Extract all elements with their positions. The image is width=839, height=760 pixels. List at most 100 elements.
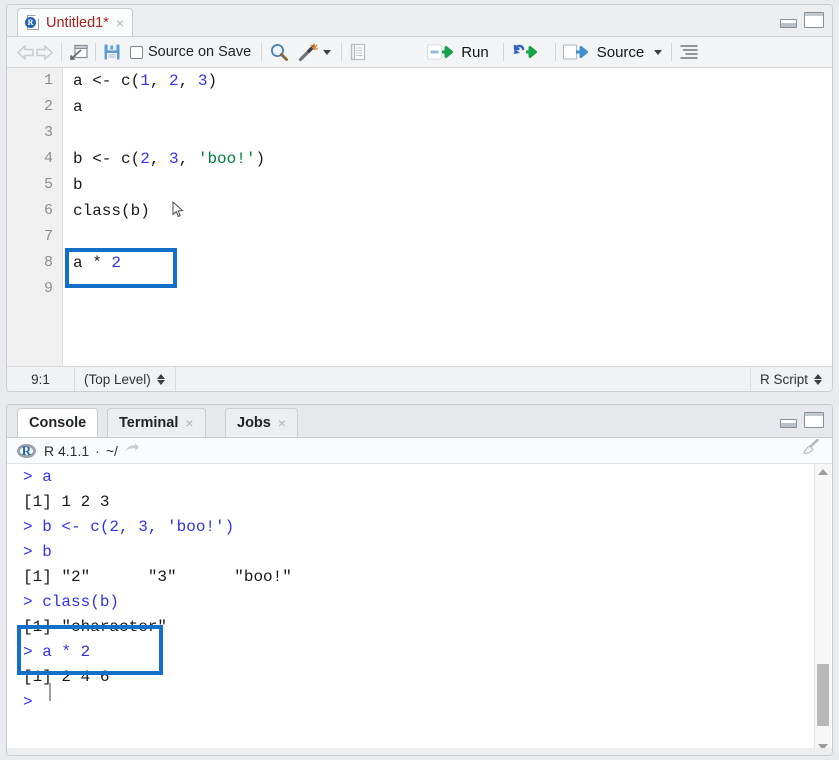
working-directory-label[interactable]: ~/ <box>106 443 118 459</box>
code-token: a <box>73 98 83 116</box>
console-info-bar: R R 4.1.1 · ~/ <box>7 438 832 464</box>
code-token: 2 <box>111 254 122 272</box>
tab-terminal-label: Terminal <box>119 415 179 431</box>
line-number: 4 <box>43 150 53 167</box>
console-tab-bar: Console Terminal × Jobs × <box>7 405 832 438</box>
console-text-cursor <box>49 683 51 701</box>
code-editor[interactable]: 1 2 3 4 5 6 7 8 9 a <- c(1, 2, 3) a b <- c… <box>7 68 832 367</box>
code-line-2: a <box>73 98 83 116</box>
source-tab-title: Untitled1* <box>46 14 109 31</box>
code-line-4: b <- c(2, 3, 'boo!') <box>73 150 265 168</box>
checkbox-box <box>130 45 143 59</box>
toolbar-divider <box>341 43 343 61</box>
console-output[interactable]: > a [1] 1 2 3 > b <- c(2, 3, 'boo!') > b [1]… <box>7 464 832 755</box>
scrollbar-thumb[interactable] <box>817 664 829 726</box>
code-line-5: b <box>73 176 83 194</box>
tab-console[interactable]: Console <box>17 408 99 437</box>
r-logo-icon: R <box>17 443 36 459</box>
code-token: a * <box>73 254 112 272</box>
code-token: , <box>178 150 198 168</box>
info-separator: · <box>95 442 100 459</box>
open-in-window-icon[interactable] <box>124 442 140 460</box>
console-line: [1] 2 4 6 <box>23 668 110 686</box>
code-line-1: a <- c(1, 2, 3) <box>73 72 217 90</box>
code-line-6: class(b) <box>73 202 150 220</box>
compile-report-icon[interactable] <box>349 43 367 61</box>
minimize-icon[interactable] <box>780 19 797 28</box>
chevron-down-icon[interactable] <box>654 49 663 55</box>
save-icon[interactable] <box>103 43 121 61</box>
code-token: b <box>73 176 83 194</box>
console-bottom-strip <box>7 748 832 755</box>
outline-icon[interactable] <box>679 43 699 61</box>
code-token: 3 <box>197 72 208 90</box>
source-label: Source <box>596 43 645 61</box>
source-on-save-checkbox[interactable]: Source on Save <box>130 44 251 60</box>
line-number: 7 <box>43 228 53 245</box>
toolbar-divider <box>95 43 96 61</box>
r-version-label: R 4.1.1 <box>44 442 90 459</box>
close-icon[interactable]: × <box>185 415 193 431</box>
code-token: a <- c( <box>73 72 141 90</box>
show-in-new-window-icon[interactable] <box>69 44 88 61</box>
console-line: > a <box>23 468 52 486</box>
maximize-icon[interactable] <box>804 12 824 28</box>
line-number: 5 <box>43 176 53 193</box>
scroll-up-icon[interactable] <box>818 469 828 475</box>
code-token: 2 <box>169 72 179 90</box>
console-pane: Console Terminal × Jobs × R R 4.1.1 · ~/ <box>6 404 833 756</box>
console-window-controls <box>780 412 824 428</box>
code-token: class(b) <box>73 202 150 220</box>
find-icon[interactable] <box>269 43 289 62</box>
close-icon[interactable]: × <box>278 415 286 431</box>
editor-gutter: 1 2 3 4 5 6 7 8 9 <box>7 68 63 367</box>
code-token: ) <box>255 150 266 168</box>
line-number: 9 <box>43 280 53 297</box>
line-number: 6 <box>43 202 53 219</box>
tab-jobs-label: Jobs <box>237 415 271 431</box>
tab-console-label: Console <box>29 415 87 431</box>
console-line: [1] 1 2 3 <box>23 493 110 511</box>
file-type-selector[interactable]: R Script <box>749 367 832 391</box>
console-scrollbar[interactable] <box>814 464 831 755</box>
console-line: > a * 2 <box>23 643 91 661</box>
code-token: 3 <box>169 150 179 168</box>
r-document-icon: R <box>25 14 40 31</box>
code-token: , <box>178 72 198 90</box>
code-line-8: a * 2 <box>73 254 121 272</box>
back-arrow-icon[interactable] <box>16 44 36 60</box>
mouse-pointer-icon <box>172 200 184 218</box>
code-tools-button[interactable] <box>298 42 332 62</box>
tab-jobs[interactable]: Jobs × <box>225 408 299 437</box>
toolbar-divider <box>671 43 673 61</box>
run-button[interactable]: Run <box>427 43 489 61</box>
code-token: ) <box>207 72 218 90</box>
tab-terminal[interactable]: Terminal × <box>107 408 206 437</box>
maximize-icon[interactable] <box>804 412 824 428</box>
console-line: [1] "character" <box>23 618 168 636</box>
toolbar-divider <box>261 43 263 61</box>
source-on-save-label: Source on Save <box>148 44 252 60</box>
scope-selector[interactable]: (Top Level) <box>75 367 176 391</box>
re-run-icon[interactable] <box>511 43 545 61</box>
toolbar-divider <box>554 43 556 61</box>
code-token: , <box>149 150 170 168</box>
console-line: > b <box>23 543 52 561</box>
console-line: > <box>23 693 33 711</box>
code-token: 1 <box>140 72 150 90</box>
chevron-down-icon[interactable] <box>323 49 332 55</box>
console-line: > class(b) <box>23 593 120 611</box>
toolbar-divider <box>61 43 62 61</box>
source-button[interactable]: Source <box>562 43 663 61</box>
source-tab-untitled1[interactable]: R Untitled1* × <box>17 8 134 36</box>
console-line: [1] "2" "3" "boo!" <box>23 568 292 586</box>
line-number: 3 <box>43 124 53 141</box>
minimize-icon[interactable] <box>780 419 797 428</box>
line-number: 1 <box>43 72 53 89</box>
scope-label: (Top Level) <box>84 371 151 387</box>
code-token: 'boo!' <box>197 150 256 168</box>
line-number: 8 <box>43 254 53 271</box>
clear-console-icon[interactable] <box>800 438 820 462</box>
close-icon[interactable]: × <box>116 16 124 30</box>
forward-arrow-icon[interactable] <box>34 44 54 60</box>
